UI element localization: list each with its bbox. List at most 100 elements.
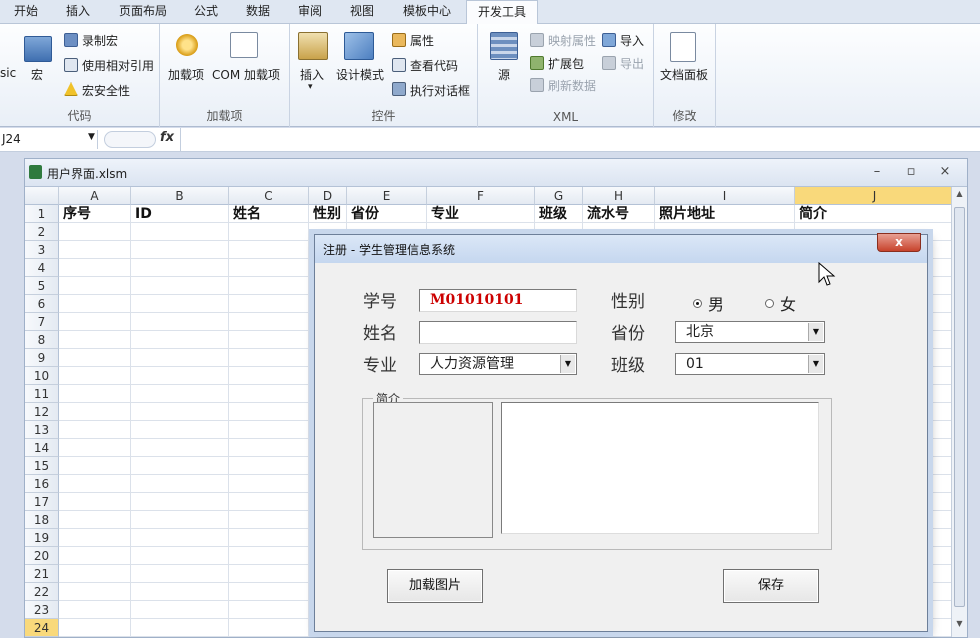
row-header-20[interactable]: 20 xyxy=(25,547,59,565)
column-header-c[interactable]: C xyxy=(229,187,309,205)
record-macro-button[interactable]: 录制宏 xyxy=(82,32,118,49)
tab-insert[interactable]: 插入 xyxy=(56,0,100,24)
province-chevron-down-icon[interactable]: ▼ xyxy=(808,323,823,341)
row-header-23[interactable]: 23 xyxy=(25,601,59,619)
row-header-5[interactable]: 5 xyxy=(25,277,59,295)
macros-button[interactable]: 宏 xyxy=(31,66,43,83)
name-field[interactable] xyxy=(419,321,577,344)
student-id-field[interactable]: M01010101 xyxy=(419,289,577,312)
scroll-up-icon[interactable]: ▲ xyxy=(953,189,966,203)
tab-data[interactable]: 数据 xyxy=(236,0,280,24)
tab-developer[interactable]: 开发工具 xyxy=(466,0,538,25)
scroll-down-icon[interactable]: ▼ xyxy=(953,619,966,633)
tab-view[interactable]: 视图 xyxy=(340,0,384,24)
header-cell-j[interactable]: 简介 xyxy=(795,205,951,223)
formula-divider xyxy=(180,128,181,152)
major-select[interactable]: 人力资源管理 ▼ xyxy=(419,353,577,375)
row-header-15[interactable]: 15 xyxy=(25,457,59,475)
row-header-12[interactable]: 12 xyxy=(25,403,59,421)
insert-controls-button[interactable]: 插入 xyxy=(300,66,324,83)
row-header-7[interactable]: 7 xyxy=(25,313,59,331)
import-button[interactable]: 导入 xyxy=(620,32,644,49)
refresh-data-button[interactable]: 刷新数据 xyxy=(548,77,596,94)
vertical-scrollbar[interactable]: ▲ ▼ xyxy=(951,187,967,637)
row-header-3[interactable]: 3 xyxy=(25,241,59,259)
load-photo-button[interactable]: 加载图片 xyxy=(387,569,483,603)
major-chevron-down-icon[interactable]: ▼ xyxy=(560,355,575,373)
column-header-d[interactable]: D xyxy=(309,187,347,205)
com-addins-button[interactable]: COM 加载项 xyxy=(212,66,280,83)
class-select[interactable]: 01 ▼ xyxy=(675,353,825,375)
addins-button[interactable]: 加载项 xyxy=(168,66,204,83)
tab-template-center[interactable]: 模板中心 xyxy=(392,0,462,24)
column-header-f[interactable]: F xyxy=(427,187,535,205)
tab-formulas[interactable]: 公式 xyxy=(184,0,228,24)
row-header-22[interactable]: 22 xyxy=(25,583,59,601)
header-cell-b[interactable]: ID xyxy=(131,205,229,223)
document-panel-button[interactable]: 文档面板 xyxy=(660,66,708,83)
name-box[interactable]: J24 xyxy=(0,130,98,149)
header-cell-f[interactable]: 专业 xyxy=(427,205,535,223)
column-header-g[interactable]: G xyxy=(535,187,583,205)
header-cell-i[interactable]: 照片地址 xyxy=(655,205,795,223)
header-cell-e[interactable]: 省份 xyxy=(347,205,427,223)
close-icon[interactable]: × xyxy=(937,164,953,179)
select-all-corner[interactable] xyxy=(25,187,59,205)
expansion-pack-button[interactable]: 扩展包 xyxy=(548,55,584,72)
row-header-6[interactable]: 6 xyxy=(25,295,59,313)
properties-button[interactable]: 属性 xyxy=(410,32,434,49)
dialog-close-button[interactable]: x xyxy=(877,233,921,252)
province-select[interactable]: 北京 ▼ xyxy=(675,321,825,343)
name-box-chevron-down-icon[interactable]: ▼ xyxy=(88,132,95,142)
row-header-13[interactable]: 13 xyxy=(25,421,59,439)
row-header-9[interactable]: 9 xyxy=(25,349,59,367)
visual-basic-button[interactable]: sic xyxy=(0,66,16,80)
xml-source-button[interactable]: 源 xyxy=(498,66,510,83)
header-cell-c[interactable]: 姓名 xyxy=(229,205,309,223)
view-code-button[interactable]: 查看代码 xyxy=(410,57,458,74)
insert-function-icon[interactable]: fx xyxy=(160,130,174,145)
row-header-19[interactable]: 19 xyxy=(25,529,59,547)
restore-icon[interactable]: ▫ xyxy=(903,164,919,179)
map-properties-button[interactable]: 映射属性 xyxy=(548,32,596,49)
tab-page-layout[interactable]: 页面布局 xyxy=(112,0,174,24)
export-button[interactable]: 导出 xyxy=(620,55,644,72)
row-header-8[interactable]: 8 xyxy=(25,331,59,349)
row-header-14[interactable]: 14 xyxy=(25,439,59,457)
row-header-17[interactable]: 17 xyxy=(25,493,59,511)
header-cell-d[interactable]: 性别 xyxy=(309,205,347,223)
run-dialog-button[interactable]: 执行对话框 xyxy=(410,82,470,99)
row-header-24[interactable]: 24 xyxy=(25,619,59,637)
row-header-4[interactable]: 4 xyxy=(25,259,59,277)
row-header-10[interactable]: 10 xyxy=(25,367,59,385)
column-header-i[interactable]: I xyxy=(655,187,795,205)
macro-security-button[interactable]: 宏安全性 xyxy=(82,82,130,99)
minimize-icon[interactable]: – xyxy=(869,164,885,179)
row-header-16[interactable]: 16 xyxy=(25,475,59,493)
gender-male-radio[interactable]: 男 xyxy=(693,291,724,315)
row-header-2[interactable]: 2 xyxy=(25,223,59,241)
header-cell-g[interactable]: 班级 xyxy=(535,205,583,223)
row-header-21[interactable]: 21 xyxy=(25,565,59,583)
column-header-e[interactable]: E xyxy=(347,187,427,205)
column-header-h[interactable]: H xyxy=(583,187,655,205)
design-mode-button[interactable]: 设计模式 xyxy=(336,66,384,83)
row-header-18[interactable]: 18 xyxy=(25,511,59,529)
relative-reference-button[interactable]: 使用相对引用 xyxy=(82,57,154,74)
column-header-j[interactable]: J xyxy=(795,187,951,205)
header-cell-h[interactable]: 流水号 xyxy=(583,205,655,223)
row-header-1[interactable]: 1 xyxy=(25,205,59,223)
insert-dropdown-chevron-icon[interactable]: ▾ xyxy=(308,82,313,92)
tab-home[interactable]: 开始 xyxy=(4,0,48,24)
column-header-a[interactable]: A xyxy=(59,187,131,205)
header-cell-a[interactable]: 序号 xyxy=(59,205,131,223)
row-header-11[interactable]: 11 xyxy=(25,385,59,403)
formula-input[interactable] xyxy=(186,132,966,148)
gender-female-radio[interactable]: 女 xyxy=(765,291,796,315)
save-button[interactable]: 保存 xyxy=(723,569,819,603)
column-header-b[interactable]: B xyxy=(131,187,229,205)
class-chevron-down-icon[interactable]: ▼ xyxy=(808,355,823,373)
tab-review[interactable]: 审阅 xyxy=(288,0,332,24)
intro-textarea[interactable] xyxy=(501,402,819,534)
scrollbar-thumb[interactable] xyxy=(954,207,965,607)
